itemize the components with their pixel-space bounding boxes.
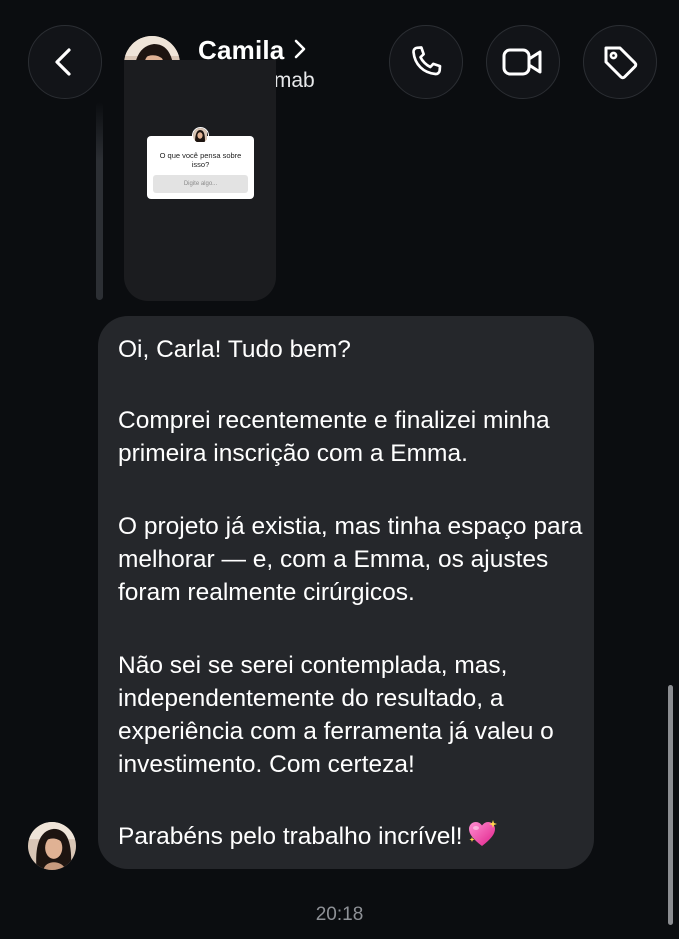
- message-timestamp: 20:18: [315, 904, 364, 925]
- chevron-left-icon: [55, 48, 71, 76]
- message-paragraph-text: Parabéns pelo trabalho incrível!: [118, 823, 463, 850]
- video-call-button[interactable]: [486, 25, 560, 99]
- tag-icon: [604, 46, 638, 80]
- video-camera-icon: [502, 48, 542, 76]
- message-paragraph: O projeto já existia, mas tinha espaço p…: [118, 513, 583, 606]
- phone-icon: [412, 46, 442, 76]
- story-question-text: O que você pensa sobre isso?: [159, 151, 242, 169]
- message-paragraph: Comprei recentemente e finalizei minha p…: [118, 407, 550, 467]
- message-last-paragraph: Parabéns pelo trabalho incrível!: [118, 819, 588, 853]
- reply-thread-line: [96, 102, 103, 300]
- audio-call-button[interactable]: [389, 25, 463, 99]
- message-paragraph: Oi, Carla! Tudo bem?: [118, 336, 351, 363]
- story-sticker-avatar: [192, 127, 209, 144]
- sender-avatar[interactable]: [28, 822, 76, 870]
- chevron-right-icon[interactable]: [293, 39, 307, 59]
- back-button[interactable]: [28, 25, 102, 99]
- story-answer-field: Digite algo...: [153, 175, 248, 193]
- sparkling-heart-icon: [468, 820, 497, 846]
- scrollbar[interactable]: [668, 685, 673, 925]
- message-paragraph: Não sei se serei contemplada, mas, indep…: [118, 652, 554, 778]
- tag-button[interactable]: [583, 25, 657, 99]
